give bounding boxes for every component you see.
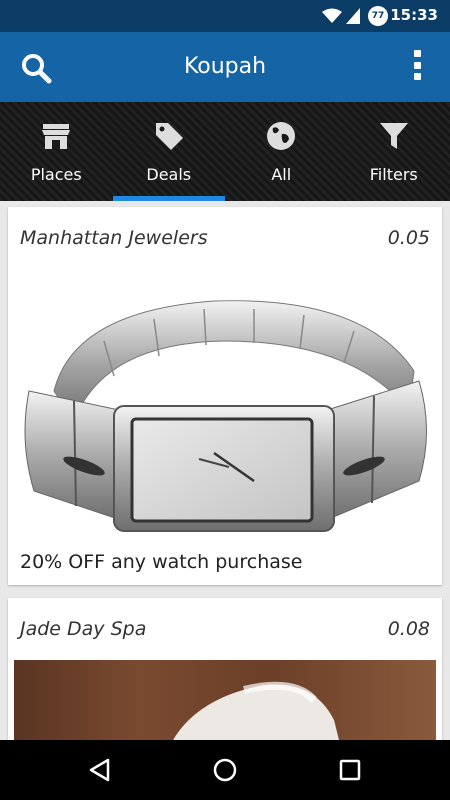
notification-badge: 77: [368, 6, 388, 26]
overflow-menu-icon[interactable]: [414, 50, 422, 84]
app-bar: Koupah: [0, 32, 450, 102]
deal-merchant-name: Manhattan Jewelers: [20, 227, 208, 249]
deal-distance: 0.05: [387, 227, 430, 249]
deal-card[interactable]: Jade Day Spa 0.08: [8, 598, 442, 741]
globe-icon: [267, 122, 296, 150]
deal-merchant-name: Jade Day Spa: [20, 618, 147, 640]
tab-places[interactable]: Places: [0, 102, 113, 201]
spa-stone-photo: [14, 660, 436, 741]
tab-bar: Places Deals All Filters: [0, 102, 450, 201]
tab-all[interactable]: All: [225, 102, 338, 201]
tab-deals[interactable]: Deals: [112, 102, 226, 201]
home-icon[interactable]: [213, 758, 237, 782]
deal-description: 20% OFF any watch purchase: [20, 551, 303, 573]
app-title: Koupah: [183, 54, 267, 79]
deal-distance: 0.08: [387, 618, 430, 640]
tab-label: All: [271, 165, 292, 184]
back-icon[interactable]: [88, 758, 110, 782]
filter-icon: [379, 123, 408, 149]
tab-label: Filters: [369, 165, 418, 184]
wristwatch-photo: [14, 271, 436, 533]
clock: 15:33: [390, 6, 438, 24]
tab-filters[interactable]: Filters: [338, 102, 450, 201]
deal-card[interactable]: Manhattan Jewelers 0.05 20% OFF any watc…: [8, 207, 442, 585]
store-icon: [42, 124, 71, 149]
tag-icon: [155, 123, 183, 150]
deals-feed[interactable]: Manhattan Jewelers 0.05 20% OFF any watc…: [0, 201, 450, 741]
tab-label: Deals: [146, 165, 192, 184]
status-bar: 77 15:33: [0, 0, 450, 32]
deal-card-header: Jade Day Spa 0.08: [8, 598, 442, 656]
wifi-icon: [322, 8, 342, 23]
recents-icon[interactable]: [339, 759, 361, 781]
system-nav-bar: [0, 740, 450, 800]
deal-card-header: Manhattan Jewelers 0.05: [8, 207, 442, 265]
tab-label: Places: [30, 165, 82, 184]
cell-signal-icon: [346, 8, 360, 24]
